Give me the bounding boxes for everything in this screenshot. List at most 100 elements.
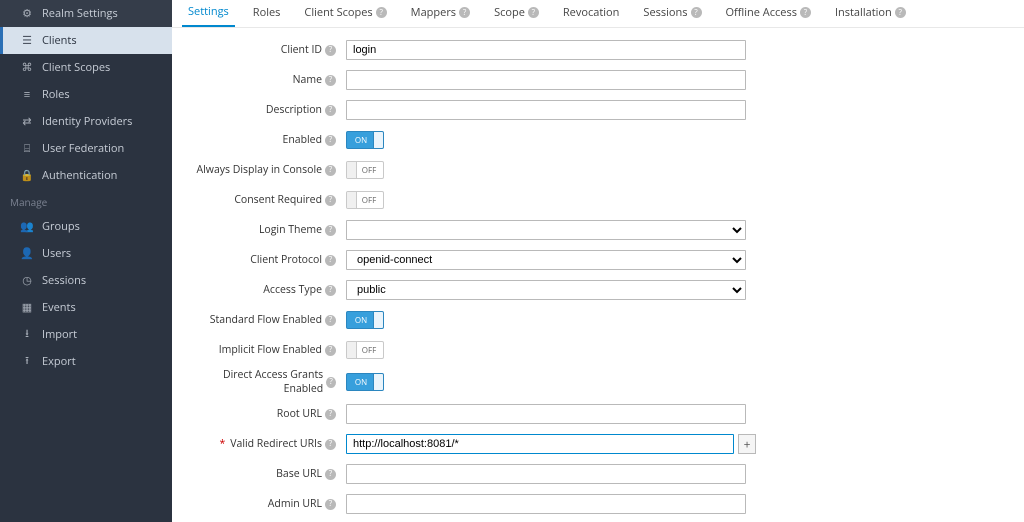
sidebar-item-users[interactable]: 👤 Users (0, 240, 172, 267)
help-icon[interactable]: ? (325, 439, 336, 450)
add-redirect-uri-button[interactable]: + (738, 434, 756, 454)
help-icon[interactable]: ? (325, 75, 336, 86)
sidebar: ⚙ Realm Settings ☰ Clients ⌘ Client Scop… (0, 0, 172, 522)
sidebar-item-identity-providers[interactable]: ⇄ Identity Providers (0, 108, 172, 135)
help-icon[interactable]: ? (325, 165, 336, 176)
label-consent: Consent Required? (196, 193, 346, 207)
sidebar-item-roles[interactable]: ≡ Roles (0, 81, 172, 108)
label-redirect-uris: *Valid Redirect URIs? (196, 437, 346, 451)
sidebar-item-authentication[interactable]: 🔒 Authentication (0, 162, 172, 189)
toggle-standard-flow[interactable]: ON (346, 311, 384, 329)
label-direct-access: Direct Access Grants Enabled? (196, 368, 346, 396)
input-root-url[interactable] (346, 404, 746, 424)
help-icon[interactable]: ? (325, 345, 336, 356)
label-implicit-flow: Implicit Flow Enabled? (196, 343, 346, 357)
help-icon[interactable]: ? (691, 7, 702, 18)
sidebar-configure-section: ⚙ Realm Settings ☰ Clients ⌘ Client Scop… (0, 0, 172, 189)
tags-icon: ⌘ (20, 61, 34, 75)
tab-label: Installation (835, 5, 892, 20)
sidebar-item-label: Events (42, 300, 76, 315)
tab-sessions[interactable]: Sessions ? (637, 0, 707, 27)
label-access-type: Access Type? (196, 283, 346, 297)
label-description: Description? (196, 103, 346, 117)
tab-offline-access[interactable]: Offline Access ? (720, 0, 817, 27)
help-icon[interactable]: ? (326, 377, 336, 388)
sidebar-item-label: User Federation (42, 141, 124, 156)
tab-roles[interactable]: Roles (247, 0, 287, 27)
label-standard-flow: Standard Flow Enabled? (196, 313, 346, 327)
tab-label: Sessions (643, 5, 687, 20)
help-icon[interactable]: ? (325, 409, 336, 420)
toggle-always-display[interactable]: OFF (346, 161, 384, 179)
tab-installation[interactable]: Installation ? (829, 0, 912, 27)
input-name[interactable] (346, 70, 746, 90)
sidebar-item-sessions[interactable]: ◷ Sessions (0, 267, 172, 294)
sidebar-item-label: Identity Providers (42, 114, 132, 129)
sidebar-item-label: Sessions (42, 273, 86, 288)
tab-label: Client Scopes (304, 5, 372, 20)
sidebar-item-user-federation[interactable]: ⌸ User Federation (0, 135, 172, 162)
tab-settings[interactable]: Settings (182, 0, 235, 27)
sidebar-item-label: Authentication (42, 168, 117, 183)
tab-label: Roles (253, 5, 281, 20)
sidebar-item-clients[interactable]: ☰ Clients (0, 27, 172, 54)
help-icon[interactable]: ? (325, 195, 336, 206)
sidebar-item-export[interactable]: ⭱ Export (0, 348, 172, 375)
toggle-consent[interactable]: OFF (346, 191, 384, 209)
help-icon[interactable]: ? (325, 255, 336, 266)
help-icon[interactable]: ? (325, 45, 336, 56)
select-login-theme[interactable] (346, 220, 746, 240)
sidebar-item-label: Roles (42, 87, 70, 102)
label-login-theme: Login Theme? (196, 223, 346, 237)
exchange-icon: ⇄ (20, 115, 34, 129)
toggle-enabled[interactable]: ON (346, 131, 384, 149)
sidebar-manage-section: 👥 Groups 👤 Users ◷ Sessions ▦ Events ⭳ I… (0, 213, 172, 375)
help-icon[interactable]: ? (895, 7, 906, 18)
help-icon[interactable]: ? (325, 499, 336, 510)
main-scroll[interactable]: Settings Roles Client Scopes ? Mappers ?… (172, 0, 1024, 522)
sidebar-item-label: Realm Settings (42, 6, 118, 21)
tab-revocation[interactable]: Revocation (557, 0, 626, 27)
input-description[interactable] (346, 100, 746, 120)
toggle-implicit-flow[interactable]: OFF (346, 341, 384, 359)
sidebar-item-groups[interactable]: 👥 Groups (0, 213, 172, 240)
tab-mappers[interactable]: Mappers ? (405, 0, 476, 27)
help-icon[interactable]: ? (528, 7, 539, 18)
tabs: Settings Roles Client Scopes ? Mappers ?… (172, 0, 1024, 28)
tab-scope[interactable]: Scope ? (488, 0, 545, 27)
upload-icon: ⭱ (20, 355, 34, 369)
tab-client-scopes[interactable]: Client Scopes ? (298, 0, 392, 27)
sliders-icon: ⚙ (20, 7, 34, 21)
help-icon[interactable]: ? (325, 105, 336, 116)
clock-icon: ◷ (20, 274, 34, 288)
label-root-url: Root URL? (196, 407, 346, 421)
label-client-id: Client ID? (196, 43, 346, 57)
select-client-protocol[interactable]: openid-connect (346, 250, 746, 270)
calendar-icon: ▦ (20, 301, 34, 315)
sidebar-item-label: Export (42, 354, 76, 369)
sidebar-item-realm-settings[interactable]: ⚙ Realm Settings (0, 0, 172, 27)
help-icon[interactable]: ? (325, 285, 336, 296)
help-icon[interactable]: ? (800, 7, 811, 18)
select-access-type[interactable]: public (346, 280, 746, 300)
help-icon[interactable]: ? (459, 7, 470, 18)
label-admin-url: Admin URL? (196, 497, 346, 511)
sidebar-item-label: Clients (42, 33, 77, 48)
toggle-direct-access[interactable]: ON (346, 373, 384, 391)
help-icon[interactable]: ? (325, 135, 336, 146)
help-icon[interactable]: ? (376, 7, 387, 18)
tab-label: Offline Access (726, 5, 797, 20)
help-icon[interactable]: ? (325, 315, 336, 326)
input-base-url[interactable] (346, 464, 746, 484)
input-client-id[interactable] (346, 40, 746, 60)
input-redirect-uri[interactable] (346, 434, 734, 454)
label-enabled: Enabled? (196, 133, 346, 147)
help-icon[interactable]: ? (325, 469, 336, 480)
sidebar-item-import[interactable]: ⭳ Import (0, 321, 172, 348)
input-admin-url[interactable] (346, 494, 746, 514)
lock-icon: 🔒 (20, 169, 34, 183)
sidebar-item-events[interactable]: ▦ Events (0, 294, 172, 321)
sidebar-item-client-scopes[interactable]: ⌘ Client Scopes (0, 54, 172, 81)
help-icon[interactable]: ? (325, 225, 336, 236)
tab-label: Mappers (411, 5, 456, 20)
